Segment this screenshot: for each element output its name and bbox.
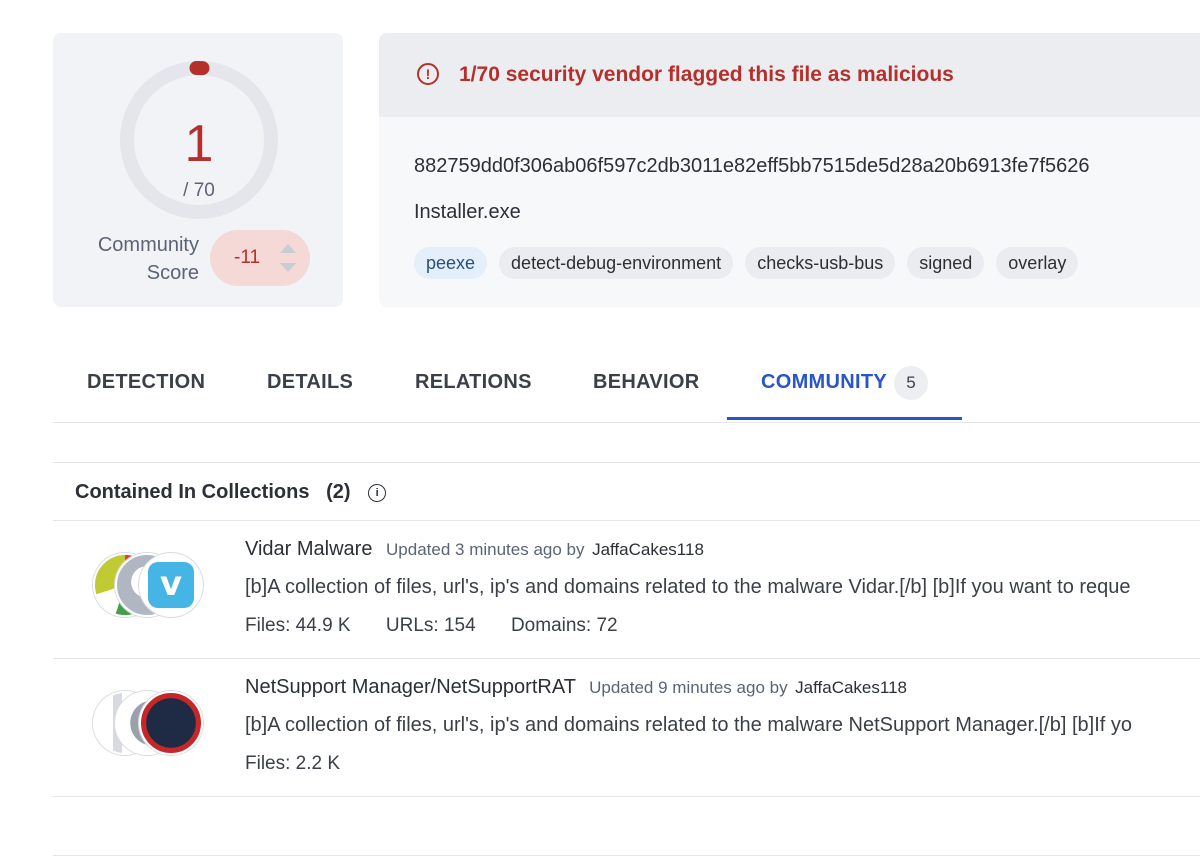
file-tags: peexe detect-debug-environment checks-us… [414,247,1079,279]
collections-count: (2) [326,481,351,503]
alert-circle-icon: ! [417,63,439,85]
collections-title: Contained In Collections [75,481,310,503]
community-score-value: -11 [234,247,261,268]
collection-avatars: v [93,553,205,617]
collection-files: Files: 44.9 K [245,615,351,636]
info-icon[interactable]: i [368,484,387,502]
collection-title[interactable]: Vidar Malware Updated 3 minutes ago by J… [245,538,704,561]
collection-description: [b]A collection of files, url's, ip's an… [245,576,1131,598]
file-hash: 882759dd0f306ab06f597c2db3011e82eff5bb75… [414,155,1090,177]
collection-description: [b]A collection of files, url's, ip's an… [245,714,1132,736]
collection-files: Files: 2.2 K [245,753,341,774]
collection-title[interactable]: NetSupport Manager/NetSupportRAT Updated… [245,676,907,699]
collection-author[interactable]: JaffaCakes118 [795,678,907,697]
report-tabs: DETECTION DETAILS RELATIONS BEHAVIOR COM… [53,350,1200,423]
community-score-label: Community Score [97,234,199,284]
file-info-card: ! 1/70 security vendor flagged this file… [379,33,1200,307]
file-name: Installer.exe [414,201,521,223]
collection-updated: Updated 9 minutes ago by [589,678,788,697]
alert-text: 1/70 security vendor flagged this file a… [459,63,954,86]
vimeo-logo-icon: v [139,553,203,617]
community-count-badge: 5 [894,366,928,400]
tag-detect-debug-environment[interactable]: detect-debug-environment [499,247,734,279]
active-tab-indicator [727,417,962,420]
collection-domains: Domains: 72 [510,615,618,636]
tag-overlay[interactable]: overlay [996,247,1079,279]
collection-row[interactable]: NetSupport Manager/NetSupportRAT Updated… [53,659,1200,797]
vote-down-icon[interactable] [280,263,296,272]
collection-author[interactable]: JaffaCakes118 [592,540,704,559]
tab-behavior[interactable]: BEHAVIOR [593,350,699,420]
detection-gauge: 1 / 70 [117,58,281,222]
tab-relations[interactable]: RELATIONS [415,350,532,420]
detection-total: / 70 [183,180,215,201]
collection-name[interactable]: NetSupport Manager/NetSupportRAT [245,676,576,698]
tab-details[interactable]: DETAILS [267,350,353,420]
collections-header: Contained In Collections (2) i [75,481,387,504]
collection-name[interactable]: Vidar Malware [245,538,372,560]
detection-score-card: 1 / 70 Community Score -11 [53,33,343,307]
tab-community[interactable]: COMMUNITY [761,350,887,420]
card-game-logo-icon [139,691,203,755]
collection-avatars [93,691,205,755]
collections-section: Contained In Collections (2) i v Vidar M… [53,462,1200,856]
tag-checks-usb-bus[interactable]: checks-usb-bus [745,247,896,279]
tag-peexe[interactable]: peexe [414,247,488,279]
collection-stats: Files: 44.9 K URLs: 154 Domains: 72 [245,615,648,637]
community-score-pill: -11 [210,230,310,286]
collection-updated: Updated 3 minutes ago by [386,540,585,559]
detection-count: 1 [184,115,214,173]
collection-stats: Files: 2.2 K [245,753,370,775]
tag-signed[interactable]: signed [907,247,985,279]
malicious-alert-bar: ! 1/70 security vendor flagged this file… [379,33,1200,117]
tab-detection[interactable]: DETECTION [87,350,205,420]
collection-row[interactable]: v Vidar Malware Updated 3 minutes ago by… [53,521,1200,659]
collection-urls: URLs: 154 [385,615,476,636]
vote-up-icon[interactable] [280,244,296,253]
